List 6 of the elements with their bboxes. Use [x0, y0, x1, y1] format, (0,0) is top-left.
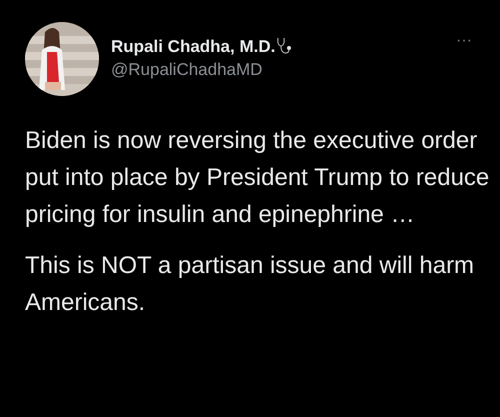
author-name[interactable]: Rupali Chadha, M.D.	[111, 37, 276, 57]
tweet-text: Biden is now reversing the executive order put into place by President Trump to reduce pricing for insulin and epinephrine …	[25, 126, 490, 230]
user-handle[interactable]: @RupaliChadhaMD	[111, 60, 292, 80]
tweet-text: This is NOT a partisan issue and will harm Americans.	[25, 251, 476, 318]
stethoscope-icon	[276, 37, 292, 55]
more-options-button[interactable]: ···	[456, 32, 472, 50]
